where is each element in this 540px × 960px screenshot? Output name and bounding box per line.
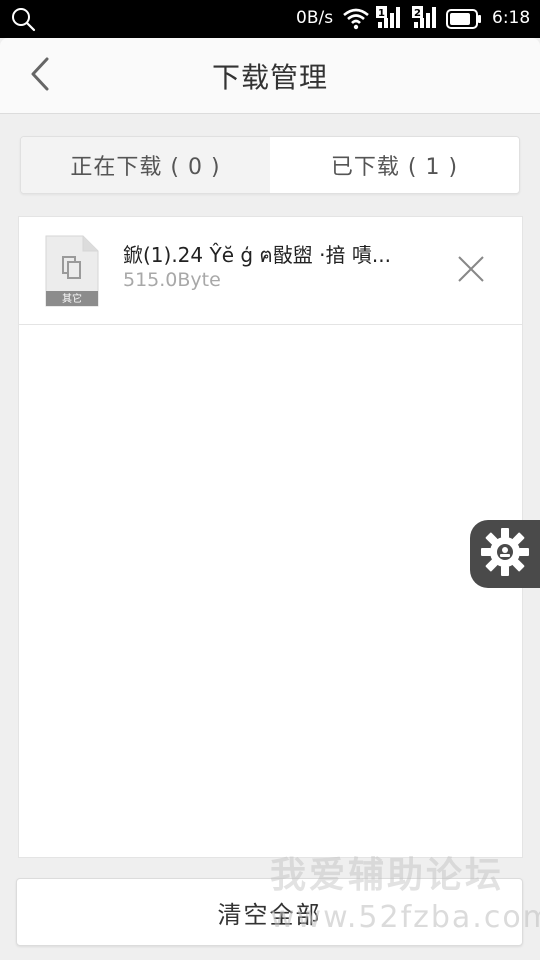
sim2-label: 2	[414, 8, 421, 19]
close-icon	[457, 255, 485, 287]
gear-icon	[479, 526, 531, 582]
file-size: 515.0Byte	[123, 269, 221, 291]
signal-sim2-icon: 2	[410, 4, 440, 36]
tab-downloaded[interactable]: 已下载 ( 1 )	[270, 137, 519, 193]
clock: 6:18	[492, 8, 531, 28]
page-title: 下载管理	[211, 61, 328, 94]
download-list: 其它 鍁(1).24 Ŷĕ ģ ฅ敯盥 ·揞 嘖... 515.0Byte	[18, 216, 523, 858]
delete-button[interactable]	[451, 251, 491, 291]
floating-settings-button[interactable]	[470, 520, 540, 588]
file-type-label: 其它	[62, 292, 82, 305]
sim1-label: 1	[378, 8, 385, 19]
status-bar: 0B/s 1 2 6:18	[0, 0, 540, 38]
wifi-icon	[342, 6, 370, 34]
file-icon: 其它	[45, 235, 99, 307]
signal-sim1-icon: 1	[374, 4, 404, 36]
net-speed: 0B/s	[296, 8, 334, 28]
file-name: 鍁(1).24 Ŷĕ ģ ฅ敯盥 ·揞 嘖...	[123, 243, 391, 267]
app-header: 下载管理	[0, 38, 540, 114]
tab-downloading[interactable]: 正在下载 ( 0 )	[21, 137, 270, 193]
list-item[interactable]: 其它 鍁(1).24 Ŷĕ ģ ฅ敯盥 ·揞 嘖... 515.0Byte	[19, 217, 522, 325]
download-tabs: 正在下载 ( 0 ) 已下载 ( 1 )	[20, 136, 520, 194]
battery-icon	[446, 9, 482, 33]
clear-all-button[interactable]: 清空全部	[16, 878, 523, 946]
search-icon	[10, 6, 36, 36]
